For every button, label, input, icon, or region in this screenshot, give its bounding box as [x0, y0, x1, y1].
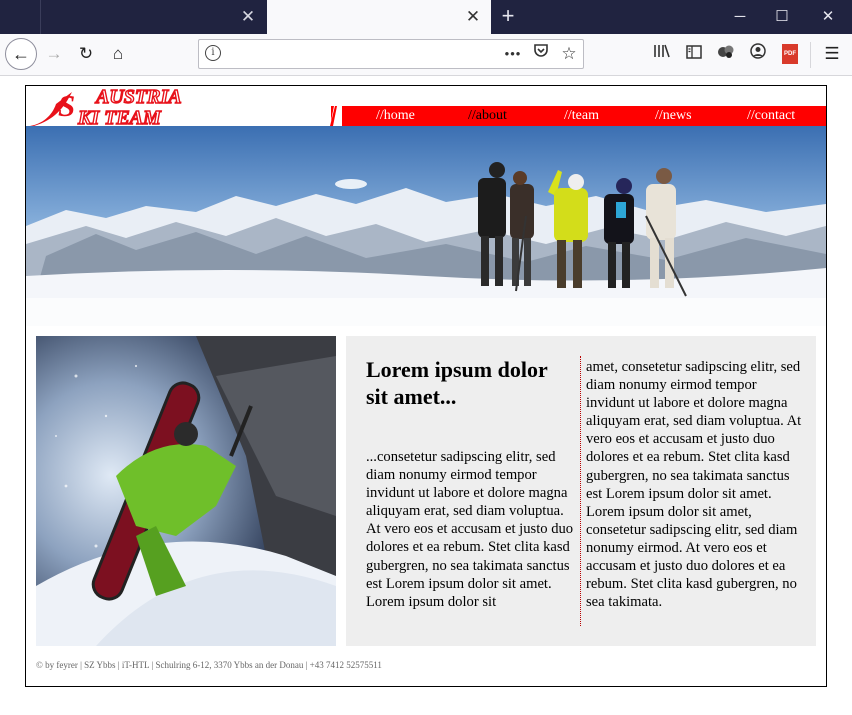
main-navigation: //home //about //team //news //contact	[330, 106, 826, 126]
tab-close-icon[interactable]: ✕	[462, 0, 484, 34]
info-icon[interactable]: i	[205, 45, 221, 61]
menu-icon[interactable]: ☰	[816, 38, 848, 70]
browser-tab-active[interactable]: ✕	[267, 0, 491, 34]
browser-titlebar: ✕ ✕ + ─ ☐ ✕	[0, 0, 852, 34]
logo-line1: AUSTRIA	[94, 86, 182, 108]
side-photo-climber	[36, 336, 336, 646]
site-footer: © by feyrer | SZ Ybbs | iT-HTL | Schulri…	[36, 660, 382, 670]
browser-navbar: ← → ↻ ⌂ i ••• ☆ PDF ☰	[0, 34, 852, 76]
menu-bar-slant	[330, 106, 342, 126]
back-icon[interactable]: ←	[5, 38, 37, 70]
nav-about-link[interactable]: //about	[468, 106, 507, 126]
nav-contact-link[interactable]: //contact	[747, 106, 795, 126]
toolbar-divider	[810, 42, 811, 68]
reload-icon[interactable]: ↻	[70, 38, 102, 70]
article-box: Lorem ipsum dolor sit amet... ...consete…	[346, 336, 816, 646]
minimize-icon[interactable]: ─	[717, 0, 763, 34]
nav-home-link[interactable]: //home	[376, 106, 415, 126]
site-container: S AUSTRIA KI TEAM //home //about //team …	[25, 85, 827, 687]
nav-news-link[interactable]: //news	[655, 106, 692, 126]
home-icon[interactable]: ⌂	[102, 38, 134, 70]
close-window-icon[interactable]: ✕	[805, 0, 851, 34]
austria-ski-team-logo[interactable]: S AUSTRIA KI TEAM	[26, 86, 231, 126]
logo-line2: KI TEAM	[77, 107, 162, 126]
account-icon[interactable]	[742, 38, 774, 70]
tab-close-icon[interactable]: ✕	[237, 0, 259, 34]
library-icon[interactable]	[646, 38, 678, 70]
extension-icon[interactable]	[710, 38, 742, 70]
browser-tab-inactive[interactable]: ✕	[40, 0, 267, 34]
forward-icon[interactable]: →	[38, 38, 70, 70]
new-tab-icon[interactable]: +	[496, 0, 520, 34]
pocket-icon[interactable]	[529, 42, 553, 66]
pdf-icon[interactable]: PDF	[782, 44, 798, 64]
article-title: Lorem ipsum dolor sit amet...	[366, 357, 548, 409]
hero-photo-ski-team	[26, 126, 826, 326]
column-divider	[580, 356, 581, 626]
nav-team-link[interactable]: //team	[564, 106, 599, 126]
sidebar-icon[interactable]	[678, 38, 710, 70]
article-column-1: ...consetetur sadipscing elitr, sed diam…	[366, 449, 574, 610]
bookmark-star-icon[interactable]: ☆	[557, 42, 581, 66]
more-icon[interactable]: •••	[501, 42, 525, 66]
maximize-icon[interactable]: ☐	[759, 0, 805, 34]
logo-initial-s: S	[58, 88, 75, 123]
page-viewport: S AUSTRIA KI TEAM //home //about //team …	[0, 76, 852, 715]
article-column-2: amet, consetetur sadipscing elitr, sed d…	[586, 359, 802, 611]
url-bar[interactable]: i ••• ☆	[198, 39, 584, 69]
